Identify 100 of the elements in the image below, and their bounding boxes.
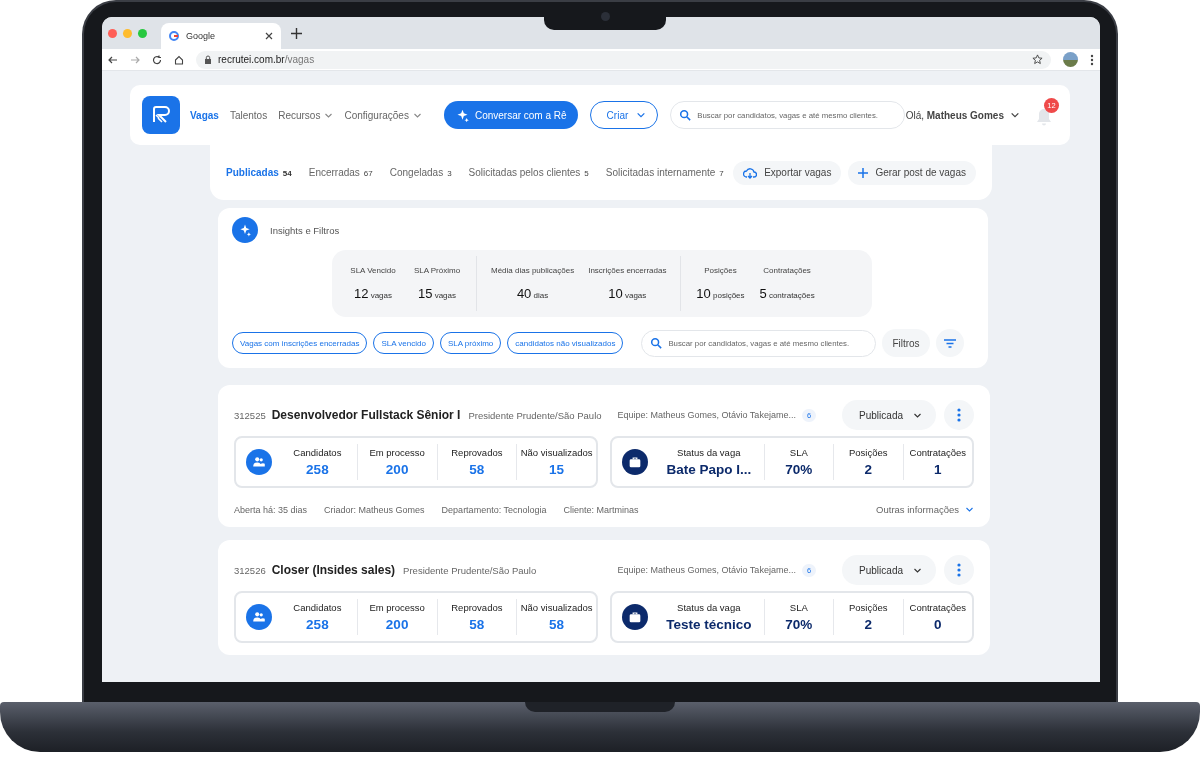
search-icon bbox=[679, 109, 692, 121]
stat-label: Não visualizados bbox=[520, 447, 593, 458]
url-field[interactable]: recrutei.com.br/vagas bbox=[196, 50, 1051, 69]
more-icon bbox=[957, 563, 961, 577]
lock-icon bbox=[204, 55, 212, 64]
job-detail: Cliente: Martminas bbox=[563, 504, 639, 515]
chat-button[interactable]: Conversar com a Rê bbox=[443, 101, 578, 129]
stat-value: 40 dias bbox=[516, 284, 549, 302]
stat-label: Em processo bbox=[369, 602, 425, 613]
stat-value: 0 bbox=[934, 617, 942, 632]
status-tab[interactable]: Solicitadas pelos clientes 5 bbox=[468, 167, 589, 178]
create-button[interactable]: Criar bbox=[589, 101, 659, 129]
job-id: 312526 bbox=[234, 564, 266, 576]
status-dropdown[interactable]: Publicada bbox=[842, 400, 936, 430]
browser-tab[interactable]: Google bbox=[161, 23, 281, 49]
more-icon bbox=[957, 408, 961, 422]
nav-link[interactable]: Recursos bbox=[278, 109, 334, 121]
plus-icon[interactable] bbox=[291, 27, 302, 39]
stat-value: 12 vagas bbox=[353, 284, 392, 302]
filter-chip[interactable]: candidatos não visualizados bbox=[507, 332, 624, 354]
bell-icon[interactable] bbox=[1036, 108, 1052, 126]
stat-label: Em processo bbox=[369, 447, 425, 458]
stat-value: 58 bbox=[469, 617, 485, 632]
back-icon[interactable] bbox=[108, 54, 118, 65]
url-text: recrutei.com.br/vagas bbox=[218, 54, 316, 65]
stat-label: Posições bbox=[849, 447, 888, 458]
job-title[interactable]: Closer (Insides sales) bbox=[271, 563, 396, 577]
stat-label: SLA bbox=[789, 602, 808, 613]
stat-label: Reprovados bbox=[451, 602, 503, 613]
profile-avatar[interactable] bbox=[1063, 52, 1078, 67]
stat-value: 258 bbox=[306, 617, 329, 632]
stat-value: 1 bbox=[934, 462, 942, 477]
stat-label: Contratações bbox=[909, 447, 967, 458]
stat-value: 15 bbox=[549, 462, 565, 477]
nav-link[interactable]: Talentos bbox=[229, 109, 268, 121]
briefcase-icon bbox=[622, 604, 648, 630]
close-icon[interactable] bbox=[265, 32, 273, 40]
nav-link[interactable]: Vagas bbox=[190, 109, 219, 121]
chevron-down-icon bbox=[965, 505, 974, 514]
stat-label: Candidatos bbox=[293, 602, 342, 613]
sparkle-icon bbox=[232, 217, 258, 243]
stat-label: Não visualizados bbox=[520, 602, 593, 613]
app-logo[interactable] bbox=[142, 96, 180, 134]
export-button[interactable]: Exportar vagas bbox=[733, 160, 842, 185]
stat-value: 2 bbox=[864, 462, 873, 477]
stat-value: 58 bbox=[549, 617, 565, 632]
stat-label: Contratações bbox=[763, 265, 811, 275]
job-location: Presidente Prudente/São Paulo bbox=[468, 409, 603, 421]
team-members: Equipe: Matheus Gomes, Otávio Takejame... bbox=[617, 410, 796, 420]
people-icon bbox=[246, 449, 272, 475]
search-icon bbox=[650, 337, 663, 349]
stat-label: Reprovados bbox=[451, 447, 503, 458]
job-location: Presidente Prudente/São Paulo bbox=[403, 564, 538, 576]
job-detail: Criador: Matheus Gomes bbox=[324, 504, 425, 515]
stat-value: 10 vagas bbox=[608, 284, 647, 302]
stat-label: Status da vaga bbox=[677, 602, 741, 613]
nav-link[interactable]: Configurações bbox=[344, 109, 422, 121]
job-id: 312525 bbox=[234, 409, 266, 421]
team-members: Equipe: Matheus Gomes, Otávio Takejame... bbox=[617, 565, 796, 575]
job-title[interactable]: Desenvolvedor Fullstack Sênior I bbox=[271, 408, 461, 422]
section-title: Insights e Filtros bbox=[270, 224, 340, 236]
stat-label: Posições bbox=[849, 602, 888, 613]
more-info-link[interactable]: Outras informações bbox=[876, 504, 974, 515]
star-icon[interactable] bbox=[1032, 54, 1043, 65]
stat-label: Contratações bbox=[909, 602, 967, 613]
home-icon[interactable] bbox=[174, 54, 184, 65]
stat-value: Teste técnico bbox=[666, 617, 752, 632]
filters-button[interactable]: Filtros bbox=[882, 329, 930, 357]
stat-value: 5 contratações bbox=[759, 284, 815, 302]
status-tab[interactable]: Encerradas 67 bbox=[308, 167, 373, 178]
stat-label: Posições bbox=[704, 265, 737, 275]
stat-label: Status da vaga bbox=[677, 447, 741, 458]
status-tab[interactable]: Publicadas 54 bbox=[226, 167, 292, 178]
filter-toggle-button[interactable] bbox=[935, 329, 964, 357]
briefcase-icon bbox=[622, 449, 648, 475]
more-icon[interactable] bbox=[1090, 53, 1094, 66]
reload-icon[interactable] bbox=[152, 54, 162, 65]
stat-value: 70% bbox=[785, 462, 813, 477]
job-detail: Departamento: Tecnologia bbox=[441, 504, 547, 515]
stat-value: 70% bbox=[785, 617, 813, 632]
generate-post-button[interactable]: Gerar post de vagas bbox=[848, 160, 976, 185]
forward-icon[interactable] bbox=[130, 54, 140, 65]
chevron-down-icon bbox=[636, 110, 647, 120]
people-icon bbox=[246, 604, 272, 630]
stat-value: Bate Papo I... bbox=[666, 462, 752, 477]
status-tab[interactable]: Congeladas 3 bbox=[389, 167, 452, 178]
stat-label: Candidatos bbox=[293, 447, 342, 458]
user-menu[interactable]: Olá, Matheus Gomes bbox=[905, 109, 1020, 121]
filter-chip[interactable]: SLA vencido bbox=[373, 332, 434, 354]
stat-label: SLA Próximo bbox=[413, 265, 461, 275]
cloud-download-icon bbox=[743, 166, 758, 179]
filter-chip[interactable]: SLA próximo bbox=[439, 332, 502, 354]
stat-value: 2 bbox=[864, 617, 873, 632]
status-tab[interactable]: Solicitadas internamente 7 bbox=[605, 167, 724, 178]
status-dropdown[interactable]: Publicada bbox=[842, 555, 936, 585]
stat-value: 58 bbox=[469, 462, 485, 477]
stat-value: 15 vagas bbox=[417, 284, 456, 302]
stat-label: SLA bbox=[789, 447, 808, 458]
filter-chip[interactable]: Vagas com inscrições encerradas bbox=[232, 332, 368, 354]
stat-value: 200 bbox=[385, 462, 409, 477]
